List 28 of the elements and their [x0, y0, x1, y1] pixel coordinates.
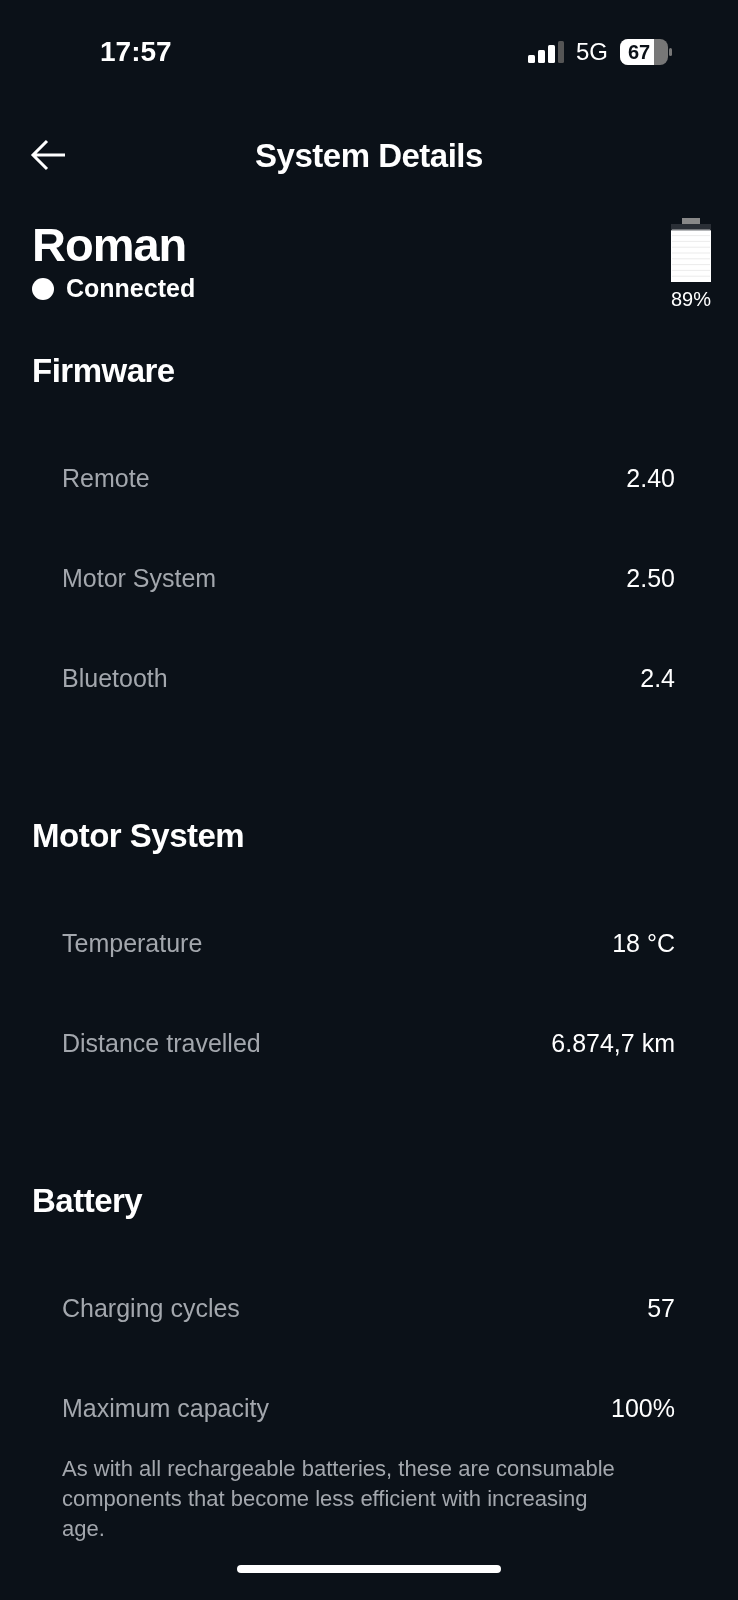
row-label: Temperature: [62, 928, 203, 958]
page-title: System Details: [255, 137, 483, 175]
signal-icon: [528, 41, 564, 63]
row-value: 18 °C: [612, 928, 675, 958]
row-label: Charging cycles: [62, 1293, 240, 1323]
device-name: Roman: [32, 218, 188, 272]
row-label: Distance travelled: [62, 1028, 261, 1058]
row-value: 2.4: [640, 663, 675, 693]
row-label: Remote: [62, 463, 150, 493]
row-label: Motor System: [62, 563, 217, 593]
section-heading: Firmware: [31, 351, 176, 391]
section-heading: Motor System: [31, 816, 246, 856]
row-label: Bluetooth: [62, 663, 168, 693]
row-value: 2.50: [626, 563, 675, 593]
battery-icon: [670, 218, 712, 282]
status-time: 17:57: [100, 36, 172, 68]
row-value: 100%: [611, 1393, 675, 1423]
battery-note: As with all rechargeable batteries, these are consumable components that become less efficient with increasing age.: [61, 1455, 616, 1543]
row-label: Maximum capacity: [62, 1393, 269, 1423]
status-battery: 67: [620, 39, 672, 65]
network-label: 5G: [576, 38, 608, 66]
back-button[interactable]: [30, 139, 66, 171]
connection-status: Connected: [66, 274, 196, 303]
section-heading: Battery: [31, 1181, 144, 1221]
row-value: 6.874,7 km: [551, 1028, 675, 1058]
row-value: 2.40: [626, 463, 675, 493]
battery-percentage: 89%: [671, 288, 711, 311]
row-value: 57: [647, 1293, 675, 1323]
